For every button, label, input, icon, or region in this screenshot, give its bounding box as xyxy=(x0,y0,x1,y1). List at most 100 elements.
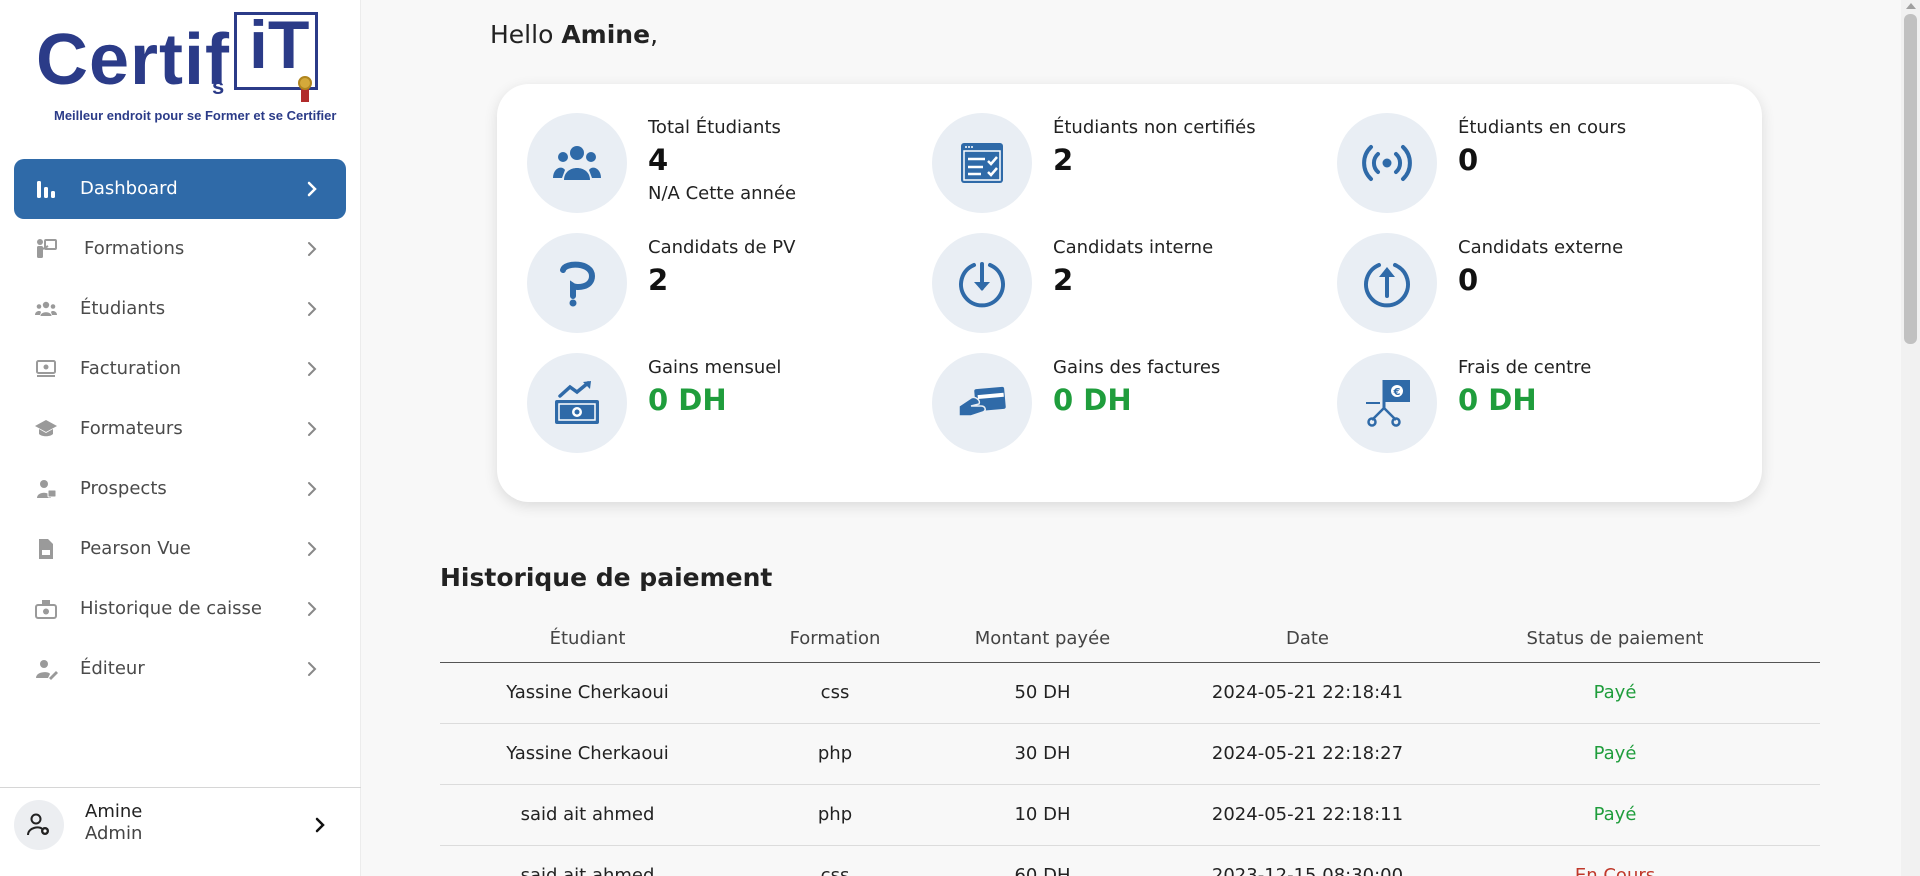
cell-status: Payé xyxy=(1593,804,1637,825)
main-content: Hello Amine, Total Étudiants 4 N/A Cette… xyxy=(361,0,1901,876)
cash-register-icon xyxy=(35,600,57,619)
cell-amount: 60 DH xyxy=(1014,865,1071,876)
greeting-name: Amine xyxy=(561,20,651,49)
user-name: Amine xyxy=(85,801,143,822)
sidebar-item-pearson-vue[interactable]: Pearson Vue xyxy=(14,519,346,579)
cell-student: said ait ahmed xyxy=(520,804,655,825)
table-row[interactable]: Yassine Cherkaoui css 50 DH 2024-05-21 2… xyxy=(440,663,1820,724)
stat-gains-factures: Gains des factures 0 DH xyxy=(932,353,1312,453)
stat-icon-circle xyxy=(932,113,1032,213)
checklist-window-icon xyxy=(961,143,1003,183)
cell-student: Yassine Cherkaoui xyxy=(506,743,669,764)
cell-formation: css xyxy=(820,682,850,703)
sidebar-item-dashboard[interactable]: Dashboard xyxy=(14,159,346,219)
pearson-p-icon xyxy=(560,261,596,307)
sidebar-item-historique-caisse[interactable]: Historique de caisse xyxy=(14,579,346,639)
stat-value: 2 xyxy=(1053,263,1074,297)
scrollbar-thumb[interactable] xyxy=(1904,14,1917,344)
stat-value: 0 xyxy=(1458,143,1479,177)
circle-arrow-down-icon xyxy=(959,262,1005,308)
stat-candidats-externe: Candidats externe 0 xyxy=(1337,233,1717,333)
bar-chart-icon xyxy=(37,181,55,198)
chevron-right-icon xyxy=(308,242,317,256)
cell-status: Payé xyxy=(1593,743,1637,764)
stat-value: 0 DH xyxy=(1458,383,1537,417)
stat-value: 2 xyxy=(648,263,669,297)
sidebar-item-etudiants[interactable]: Étudiants xyxy=(14,279,346,339)
stat-etudiants-en-cours: Étudiants en cours 0 xyxy=(1337,113,1717,213)
stat-gains-mensuel: Gains mensuel 0 DH xyxy=(527,353,907,453)
stat-icon-circle xyxy=(1337,233,1437,333)
table-row[interactable]: said ait ahmed php 10 DH 2024-05-21 22:1… xyxy=(440,785,1820,846)
stat-label: Étudiants en cours xyxy=(1458,117,1627,138)
greeting-prefix: Hello xyxy=(490,20,562,49)
table-row[interactable]: said ait ahmed css 60 DH 2023-12-15 08:3… xyxy=(440,846,1820,876)
sidebar: Certif s iT Meilleur endroit pour se For… xyxy=(0,0,361,876)
column-header-date: Date xyxy=(1285,628,1330,649)
payment-history-table: Étudiant Formation Montant payée Date St… xyxy=(440,614,1820,876)
brand-name-it: iT xyxy=(249,7,310,83)
chevron-right-icon xyxy=(308,422,317,436)
stat-icon-circle xyxy=(527,113,627,213)
sidebar-item-facturation[interactable]: Facturation xyxy=(14,339,346,399)
sidebar-item-formations[interactable]: Formations xyxy=(14,219,346,279)
sidebar-item-label: Prospects xyxy=(80,478,167,499)
money-bill-icon xyxy=(36,360,56,377)
scroll-up-arrow-icon[interactable] xyxy=(1906,3,1916,9)
cell-student: said ait ahmed xyxy=(520,865,655,876)
sidebar-item-label: Pearson Vue xyxy=(80,538,191,559)
stat-label: Étudiants non certifiés xyxy=(1053,117,1256,138)
brand-name-s: s xyxy=(212,74,225,99)
stats-card: Total Étudiants 4 N/A Cette année Étudia… xyxy=(497,84,1762,502)
avatar xyxy=(14,800,64,850)
cell-formation: php xyxy=(817,804,853,825)
chevron-right-icon xyxy=(308,362,317,376)
svg-text:€: € xyxy=(1393,387,1401,398)
cell-formation: css xyxy=(820,865,850,876)
chevron-right-icon xyxy=(315,817,325,833)
page-scrollbar[interactable] xyxy=(1901,0,1920,876)
brand-logo[interactable]: Certif s iT Meilleur endroit pour se For… xyxy=(36,7,336,128)
cell-student: Yassine Cherkaoui xyxy=(506,682,669,703)
stat-value: 4 xyxy=(648,143,669,177)
sidebar-item-label: Formations xyxy=(84,238,185,259)
stat-label: Candidats interne xyxy=(1053,237,1214,258)
stat-etudiants-non-certifies: Étudiants non certifiés 2 xyxy=(932,113,1312,213)
user-gear-icon xyxy=(27,813,49,836)
sidebar-item-label: Étudiants xyxy=(80,298,166,319)
user-edit-icon xyxy=(36,660,58,680)
brand-tagline: Meilleur endroit pour se Former et se Ce… xyxy=(54,108,337,123)
stat-label: Frais de centre xyxy=(1458,357,1592,378)
user-role: Admin xyxy=(85,823,143,844)
column-header-etudiant: Étudiant xyxy=(549,628,626,649)
stat-value: 0 xyxy=(1458,263,1479,297)
table-row[interactable]: Yassine Cherkaoui php 30 DH 2024-05-21 2… xyxy=(440,724,1820,785)
sidebar-item-label: Historique de caisse xyxy=(80,598,262,619)
user-profile-menu[interactable]: Amine Admin xyxy=(0,787,361,876)
stat-icon-circle xyxy=(1337,113,1437,213)
cell-date: 2024-05-21 22:18:27 xyxy=(1211,743,1404,764)
sidebar-item-formateurs[interactable]: Formateurs xyxy=(14,399,346,459)
stat-label: Total Étudiants xyxy=(648,117,781,138)
stat-label: Gains mensuel xyxy=(648,357,782,378)
graduation-cap-icon xyxy=(35,420,57,437)
cell-date: 2024-05-21 22:18:41 xyxy=(1211,682,1404,703)
stat-label: Gains des factures xyxy=(1053,357,1221,378)
stat-value: 0 DH xyxy=(648,383,727,417)
stat-total-etudiants: Total Étudiants 4 N/A Cette année xyxy=(527,113,907,213)
sidebar-item-label: Éditeur xyxy=(80,658,145,679)
sidebar-item-editeur[interactable]: Éditeur xyxy=(14,639,346,699)
column-header-formation: Formation xyxy=(789,628,881,649)
medal-ribbon-icon xyxy=(301,88,309,102)
cell-formation: php xyxy=(817,743,853,764)
chevron-right-icon xyxy=(308,662,317,676)
users-icon xyxy=(35,301,57,316)
sidebar-nav: Dashboard Formations Étudiants Facturati… xyxy=(14,159,346,699)
file-invoice-icon xyxy=(39,539,53,559)
column-header-montant: Montant payée xyxy=(974,628,1111,649)
stat-candidats-interne: Candidats interne 2 xyxy=(932,233,1312,333)
greeting-suffix: , xyxy=(650,20,659,49)
user-tie-icon xyxy=(37,480,57,498)
cell-status: Payé xyxy=(1593,682,1637,703)
sidebar-item-prospects[interactable]: Prospects xyxy=(14,459,346,519)
